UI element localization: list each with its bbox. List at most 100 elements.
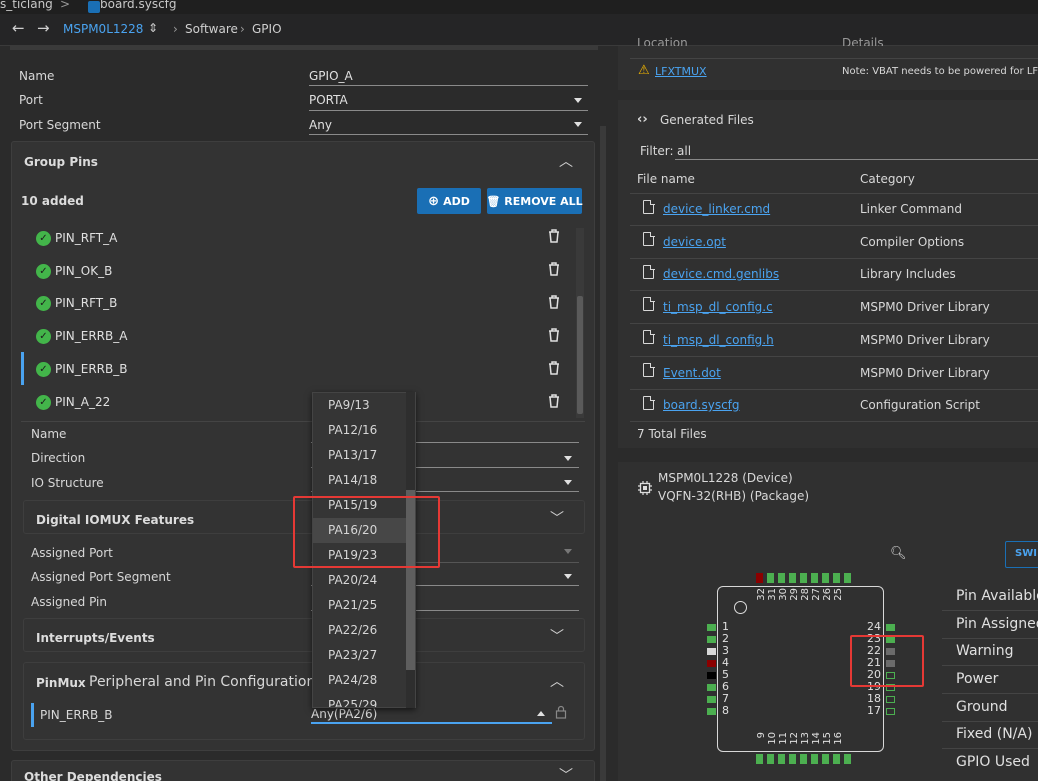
chip-pin[interactable]: [833, 573, 840, 583]
io-structure-dropdown-icon[interactable]: [564, 480, 572, 485]
chip-pin[interactable]: [767, 754, 774, 764]
dropdown-option[interactable]: PA22/26: [313, 618, 407, 643]
assigned-port-dropdown-icon[interactable]: [564, 549, 572, 554]
file-link[interactable]: ti_msp_dl_config.h: [663, 333, 774, 347]
check-icon: ✓: [36, 230, 51, 246]
crumb-gpio[interactable]: GPIO: [252, 22, 282, 36]
file-link[interactable]: device.opt: [663, 235, 726, 249]
chevron-up-icon[interactable]: ︿: [550, 671, 564, 691]
dropdown-option[interactable]: PA13/17: [313, 443, 407, 468]
trash-icon[interactable]: [548, 328, 560, 342]
dropdown-option[interactable]: PA24/28: [313, 668, 407, 693]
forward-arrow-icon[interactable]: →: [37, 19, 50, 37]
chip-pin[interactable]: [707, 672, 716, 679]
chip-pin[interactable]: [707, 624, 716, 631]
chip-pin[interactable]: [707, 696, 716, 703]
chip-pin[interactable]: [886, 708, 895, 715]
legend-item: Warning: [942, 638, 1038, 666]
pin-list-item[interactable]: ✓ PIN_RFT_B: [36, 293, 117, 313]
chip-pin[interactable]: [833, 754, 840, 764]
zoom-icon[interactable]: 🔍︎: [890, 546, 907, 561]
trash-icon[interactable]: [548, 229, 560, 243]
chip-pin[interactable]: [707, 684, 716, 691]
chip-pin[interactable]: [886, 624, 895, 631]
trash-icon[interactable]: [548, 361, 560, 375]
port-segment-dropdown-icon[interactable]: [574, 122, 582, 127]
remove-all-button[interactable]: 🗑 REMOVE ALL: [486, 188, 583, 214]
dropdown-option[interactable]: PA21/25: [313, 593, 407, 618]
chevron-down-icon[interactable]: ﹀: [550, 626, 564, 646]
chip-pin[interactable]: [767, 573, 774, 583]
breadcrumb-project[interactable]: s_ticlang: [0, 0, 53, 11]
group-pins-title[interactable]: Group Pins: [24, 155, 98, 169]
chip-pin[interactable]: [707, 636, 716, 643]
chevron-down-icon[interactable]: ﹀: [550, 508, 564, 528]
assigned-port-segment-dropdown-icon[interactable]: [564, 574, 572, 579]
chip-pin[interactable]: [756, 754, 763, 764]
pinmux-dropdown-icon[interactable]: [537, 711, 545, 716]
chip-pin[interactable]: [811, 573, 818, 583]
chip-pin[interactable]: [707, 660, 716, 667]
file-link[interactable]: device.cmd.genlibs: [663, 267, 779, 281]
chip-pin[interactable]: [844, 573, 851, 583]
port-segment-select[interactable]: Any: [309, 118, 332, 132]
chip-pin[interactable]: [886, 696, 895, 703]
dropdown-option[interactable]: PA20/24: [313, 568, 407, 593]
dropdown-option[interactable]: PA14/18: [313, 468, 407, 493]
name-input[interactable]: GPIO_A: [309, 69, 353, 83]
chip-pin[interactable]: [822, 573, 829, 583]
chip-pin[interactable]: [811, 754, 818, 764]
back-arrow-icon[interactable]: ←: [12, 19, 25, 37]
trash-icon[interactable]: [548, 394, 560, 408]
lock-icon[interactable]: [555, 705, 567, 719]
breadcrumb-file[interactable]: board.syscfg: [100, 0, 177, 11]
chevron-down-icon[interactable]: ﹀: [559, 765, 573, 781]
pin-list-item[interactable]: ✓ PIN_RFT_A: [36, 228, 117, 248]
port-dropdown-icon[interactable]: [574, 98, 582, 103]
conflict-location-link[interactable]: LFXTMUX: [655, 65, 707, 78]
dropdown-option[interactable]: PA12/16: [313, 418, 407, 443]
port-select[interactable]: PORTA: [309, 93, 348, 107]
legend-label: Fixed (N/A): [956, 726, 1033, 742]
direction-dropdown-icon[interactable]: [564, 456, 572, 461]
chip-pin[interactable]: [800, 573, 807, 583]
pin-list-item-selected[interactable]: ✓ PIN_ERRB_B: [36, 359, 127, 379]
pin-list-item[interactable]: ✓ PIN_ERRB_A: [36, 326, 127, 346]
col-category[interactable]: Category: [860, 172, 915, 186]
device-toggle-icon[interactable]: ⇕: [148, 21, 158, 35]
trash-icon[interactable]: [548, 262, 560, 276]
dropdown-option[interactable]: PA9/13: [313, 393, 407, 418]
crumb-software[interactable]: Software: [185, 22, 238, 36]
file-link[interactable]: ti_msp_dl_config.c: [663, 300, 773, 314]
chip-pin[interactable]: [789, 754, 796, 764]
dropdown-option[interactable]: PA25/29: [313, 693, 407, 707]
pin-list-item[interactable]: ✓ PIN_A_22: [36, 392, 110, 412]
file-link[interactable]: board.syscfg: [663, 398, 740, 412]
pin-list-scroll-thumb[interactable]: [577, 296, 583, 414]
dropdown-option[interactable]: PA23/27: [313, 643, 407, 668]
chip-pin[interactable]: [778, 754, 785, 764]
chip-pin[interactable]: [756, 573, 763, 583]
trash-icon[interactable]: [548, 295, 560, 309]
chip-pin[interactable]: [789, 573, 796, 583]
device-selector[interactable]: MSPM0L1228: [63, 22, 143, 36]
chip-pin[interactable]: [778, 573, 785, 583]
col-file-name[interactable]: File name: [637, 172, 695, 186]
filter-input[interactable]: all: [677, 144, 691, 158]
panel-scrollbar[interactable]: [600, 126, 606, 781]
pin-name: PIN_RFT_A: [55, 231, 118, 245]
pin-number: 26: [822, 588, 833, 601]
file-link[interactable]: Event.dot: [663, 366, 721, 380]
chevron-up-icon[interactable]: ︿: [559, 151, 573, 171]
chip-pin[interactable]: [844, 754, 851, 764]
pin-number: 10: [767, 732, 778, 745]
chip-pin[interactable]: [707, 648, 716, 655]
chip-pin[interactable]: [707, 708, 716, 715]
pinmux-pin-select[interactable]: Any(PA2/6): [311, 707, 377, 721]
add-pin-button[interactable]: ⊕ ADD: [417, 188, 481, 214]
chip-pin[interactable]: [800, 754, 807, 764]
file-link[interactable]: device_linker.cmd: [663, 202, 770, 216]
chip-pin[interactable]: [822, 754, 829, 764]
pins-added-count: 10 added: [21, 194, 84, 208]
pin-list-item[interactable]: ✓ PIN_OK_B: [36, 261, 112, 281]
